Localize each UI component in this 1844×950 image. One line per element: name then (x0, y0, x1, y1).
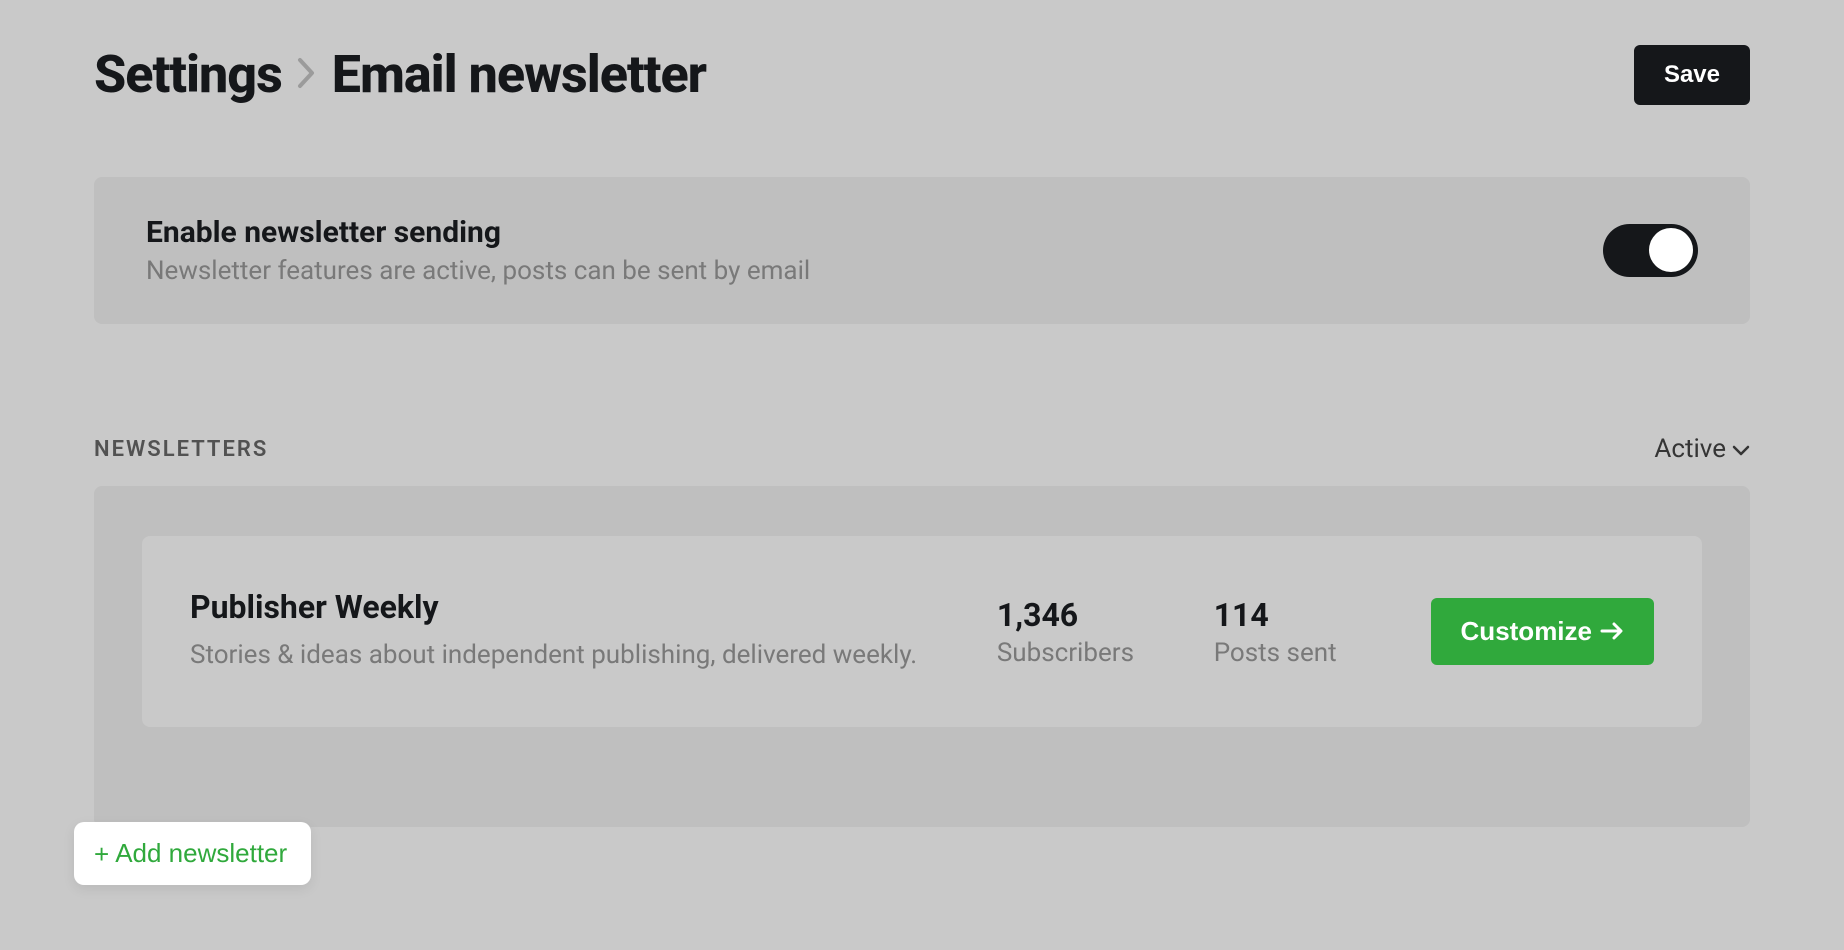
enable-newsletter-card: Enable newsletter sending Newsletter fea… (94, 177, 1750, 324)
newsletter-title: Publisher Weekly (190, 588, 930, 626)
newsletter-description: Stories & ideas about independent publis… (190, 636, 930, 675)
subscribers-label: Subscribers (997, 638, 1147, 668)
posts-sent-value: 114 (1214, 596, 1364, 634)
newsletters-container: Publisher Weekly Stories & ideas about i… (94, 486, 1750, 827)
add-newsletter-button[interactable]: + Add newsletter (74, 822, 311, 885)
newsletters-filter-select[interactable]: Active (1654, 434, 1750, 464)
newsletter-info: Publisher Weekly Stories & ideas about i… (190, 588, 930, 675)
filter-select-label: Active (1654, 434, 1726, 464)
customize-button[interactable]: Customize (1431, 598, 1654, 665)
chevron-right-icon (296, 56, 318, 94)
posts-sent-label: Posts sent (1214, 638, 1364, 668)
header-row: Settings Email newsletter Save (0, 0, 1844, 105)
breadcrumb: Settings Email newsletter (94, 44, 706, 105)
chevron-down-icon (1732, 434, 1750, 464)
subscribers-value: 1,346 (997, 596, 1147, 634)
newsletters-section-header: NEWSLETTERS Active (94, 434, 1750, 464)
arrow-right-icon (1600, 616, 1624, 647)
customize-button-label: Customize (1461, 616, 1592, 647)
breadcrumb-parent[interactable]: Settings (94, 44, 282, 105)
enable-newsletter-text: Enable newsletter sending Newsletter fea… (146, 215, 810, 286)
toggle-knob (1649, 228, 1693, 272)
enable-newsletter-title: Enable newsletter sending (146, 215, 810, 250)
save-button[interactable]: Save (1634, 45, 1750, 105)
newsletters-label: NEWSLETTERS (94, 437, 268, 462)
plus-icon: + (94, 841, 109, 867)
subscribers-stat: 1,346 Subscribers (997, 596, 1147, 668)
enable-newsletter-toggle[interactable] (1603, 224, 1698, 277)
newsletter-card: Publisher Weekly Stories & ideas about i… (142, 536, 1702, 727)
add-newsletter-label: Add newsletter (115, 838, 287, 869)
breadcrumb-current: Email newsletter (332, 44, 706, 105)
posts-sent-stat: 114 Posts sent (1214, 596, 1364, 668)
enable-newsletter-description: Newsletter features are active, posts ca… (146, 256, 810, 286)
